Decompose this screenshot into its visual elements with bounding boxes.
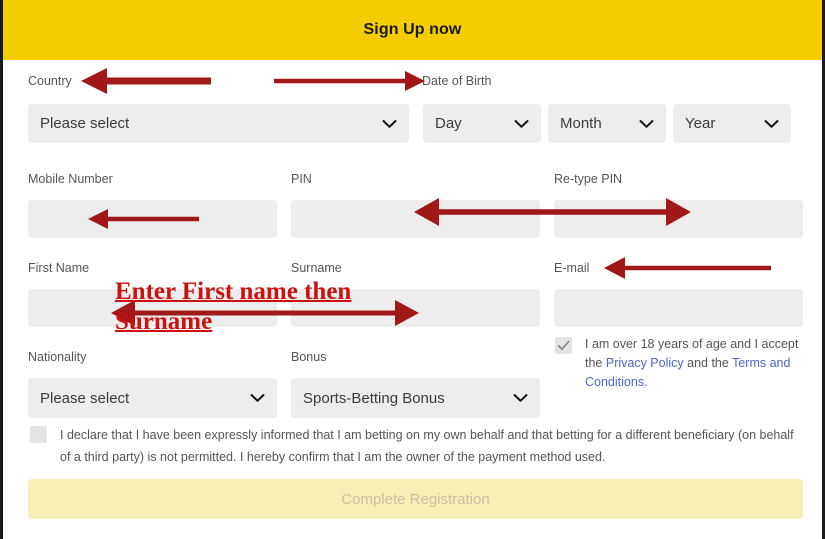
nationality-select-value: Please select bbox=[40, 389, 130, 407]
first-name-annotation-line1: Enter First name then bbox=[115, 278, 352, 305]
chevron-down-icon bbox=[382, 119, 397, 129]
age-terms-text-middle: and the bbox=[683, 356, 733, 370]
first-name-label: First Name bbox=[28, 261, 90, 275]
chevron-down-icon bbox=[513, 393, 528, 403]
page-title: Sign Up now bbox=[363, 21, 462, 38]
complete-registration-label: Complete Registration bbox=[341, 490, 490, 508]
email-input[interactable] bbox=[554, 289, 803, 327]
chevron-down-icon bbox=[764, 119, 779, 129]
dob-month-value: Month bbox=[560, 115, 602, 132]
dob-day-value: Day bbox=[435, 115, 462, 132]
page-header: Sign Up now bbox=[3, 0, 822, 60]
first-name-annotation-line2: Surname bbox=[115, 308, 213, 335]
mobile-number-input[interactable] bbox=[28, 200, 277, 238]
dob-month-select[interactable]: Month bbox=[548, 104, 666, 143]
complete-registration-button[interactable]: Complete Registration bbox=[28, 479, 803, 519]
retype-pin-label: Re-type PIN bbox=[554, 172, 623, 186]
privacy-policy-link[interactable]: Privacy Policy bbox=[606, 356, 684, 370]
email-arrow bbox=[604, 257, 771, 279]
bonus-label: Bonus bbox=[291, 350, 327, 364]
retype-pin-input[interactable] bbox=[554, 200, 803, 238]
dob-year-value: Year bbox=[685, 115, 716, 132]
dob-year-select[interactable]: Year bbox=[673, 104, 791, 143]
nationality-select[interactable]: Please select bbox=[28, 378, 277, 418]
check-icon bbox=[557, 340, 570, 351]
age-terms-checkbox[interactable] bbox=[555, 337, 572, 354]
country-label: Country bbox=[28, 74, 72, 88]
mobile-number-label: Mobile Number bbox=[28, 172, 113, 186]
country-select[interactable]: Please select bbox=[28, 104, 409, 143]
chevron-down-icon bbox=[514, 119, 529, 129]
declaration-checkbox[interactable] bbox=[30, 426, 47, 443]
date-of-birth-arrow bbox=[274, 71, 425, 91]
age-terms-text-after: . bbox=[644, 375, 648, 389]
date-of-birth-label: Date of Birth bbox=[422, 74, 492, 88]
bonus-select[interactable]: Sports-Betting Bonus bbox=[291, 378, 540, 418]
country-arrow bbox=[81, 68, 211, 94]
bonus-select-value: Sports-Betting Bonus bbox=[303, 389, 445, 407]
nationality-label: Nationality bbox=[28, 350, 87, 364]
chevron-down-icon bbox=[639, 119, 654, 129]
country-select-value: Please select bbox=[40, 115, 130, 132]
declaration-text: I declare that I have been expressly inf… bbox=[60, 428, 794, 464]
pin-label: PIN bbox=[291, 172, 312, 186]
chevron-down-icon bbox=[250, 393, 265, 403]
signup-page: Sign Up now Country Date of Birth Please… bbox=[0, 0, 825, 539]
dob-day-select[interactable]: Day bbox=[423, 104, 541, 143]
age-terms-text: I am over 18 years of age and I accept t… bbox=[585, 335, 803, 392]
email-label: E-mail bbox=[554, 261, 590, 275]
surname-label: Surname bbox=[291, 261, 342, 275]
pin-input[interactable] bbox=[291, 200, 540, 238]
